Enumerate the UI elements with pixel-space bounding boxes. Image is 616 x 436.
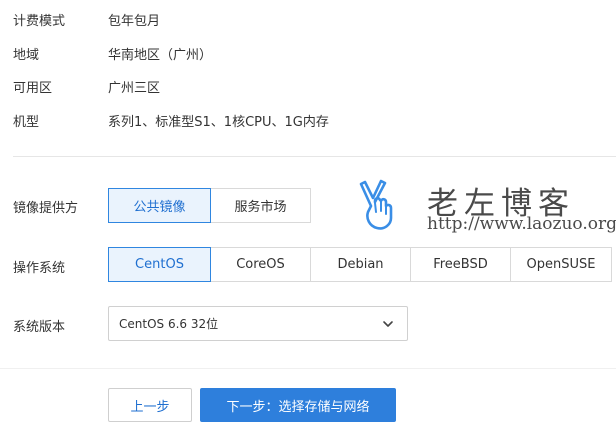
previous-step-button[interactable]: 上一步 [108,388,192,422]
zone-label: 可用区 [13,80,53,96]
image-source-option-public[interactable]: 公共镜像 [108,188,211,223]
os-option-coreos[interactable]: CoreOS [210,247,311,282]
region-value: 华南地区（广州） [108,47,213,63]
zone-value: 广州三区 [108,80,161,96]
image-source-option-marketplace[interactable]: 服务市场 [210,188,311,223]
instance-type-value: 系列1、标准型S1、1核CPU、1G内存 [108,114,329,130]
instance-type-label: 机型 [13,114,40,130]
footer-divider [0,368,616,369]
os-version-label: 系统版本 [13,320,66,335]
os-option-opensuse[interactable]: OpenSUSE [510,247,612,282]
os-label: 操作系统 [13,261,66,276]
os-option-debian[interactable]: Debian [310,247,411,282]
chevron-down-icon [383,321,393,327]
next-step-button[interactable]: 下一步：选择存储与网络 [200,388,396,422]
region-label: 地域 [13,47,40,63]
victory-hand-icon [359,179,393,230]
os-version-value: CentOS 6.6 32位 [119,317,219,331]
watermark-url: http://www.laozuo.org [427,214,616,234]
watermark: 老左博客 http://www.laozuo.org [355,176,616,240]
os-selector: CentOS CoreOS Debian FreeBSD OpenSUSE [108,247,612,282]
billing-mode-label: 计费模式 [13,13,66,29]
os-version-select[interactable]: CentOS 6.6 32位 [108,306,408,341]
image-source-selector: 公共镜像 服务市场 [108,188,311,223]
section-divider [13,156,616,157]
os-option-centos[interactable]: CentOS [108,247,211,282]
image-source-label: 镜像提供方 [13,201,79,216]
billing-mode-value: 包年包月 [108,13,161,29]
os-option-freebsd[interactable]: FreeBSD [410,247,511,282]
